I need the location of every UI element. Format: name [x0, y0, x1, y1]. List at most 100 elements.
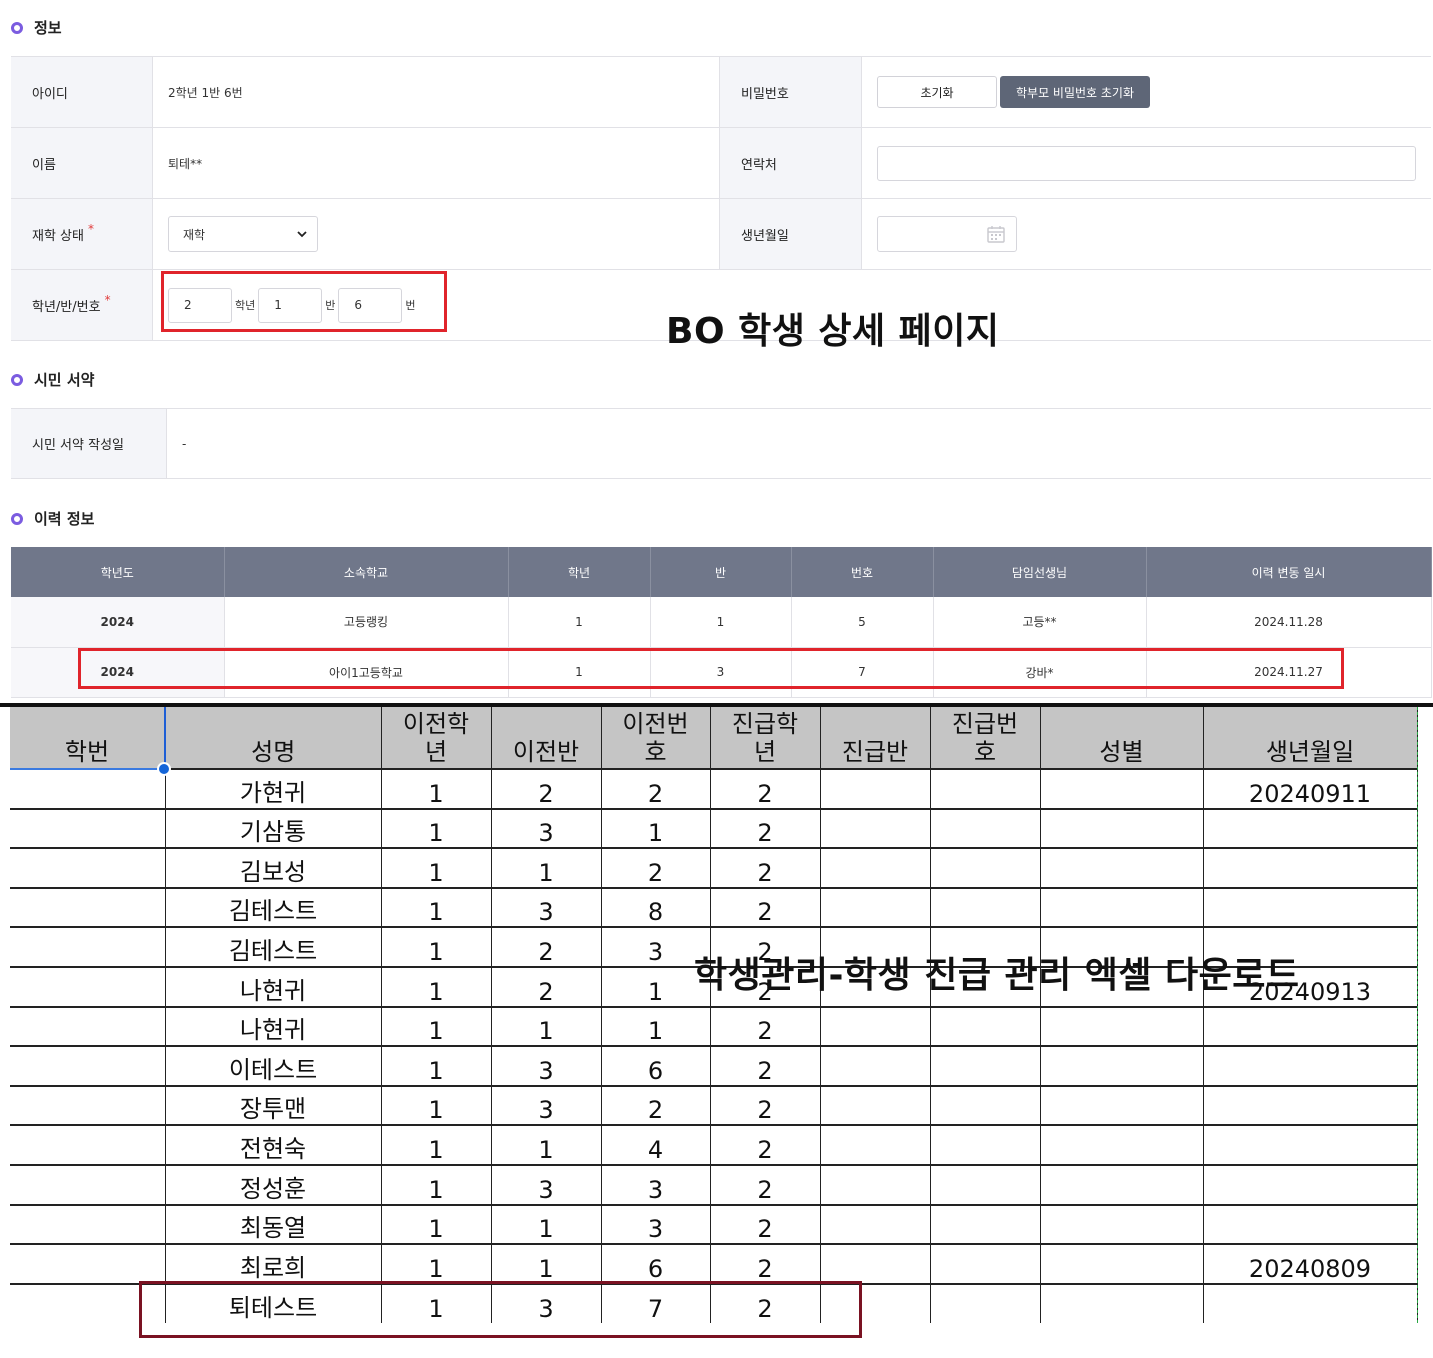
sheet-cell[interactable]: 1 — [381, 1244, 492, 1285]
sheet-cell[interactable]: 1 — [381, 966, 492, 1008]
sheet-cell[interactable] — [1203, 887, 1418, 929]
sheet-cell[interactable]: 1 — [491, 1244, 602, 1285]
sheet-cell[interactable]: 1 — [381, 808, 492, 850]
sheet-cell[interactable] — [930, 1125, 1041, 1166]
sheet-cell[interactable]: 1 — [381, 1164, 492, 1206]
sheet-cell[interactable]: 나현귀 — [165, 966, 382, 1008]
sheet-cell[interactable]: 김보성 — [165, 848, 382, 889]
sheet-cell[interactable] — [1203, 1006, 1418, 1048]
sheet-cell[interactable]: 정성훈 — [165, 1164, 382, 1206]
sheet-cell[interactable] — [1040, 1006, 1204, 1048]
sheet-cell[interactable]: 1 — [381, 887, 492, 929]
sheet-cell[interactable]: 8 — [601, 887, 711, 929]
sheet-cell[interactable]: 1 — [381, 1006, 492, 1048]
sheet-cell[interactable] — [1203, 1085, 1418, 1127]
sheet-cell[interactable]: 1 — [601, 1006, 711, 1048]
sheet-cell[interactable]: 20240911 — [1203, 769, 1418, 810]
sheet-cell[interactable] — [10, 848, 166, 889]
sheet-cell[interactable] — [820, 1125, 931, 1166]
sheet-header-cell[interactable]: 생년월일 — [1203, 707, 1418, 770]
sheet-cell[interactable] — [820, 1204, 931, 1246]
sheet-cell[interactable] — [820, 808, 931, 850]
sheet-cell[interactable] — [1203, 1283, 1418, 1324]
sheet-cell[interactable]: 최동열 — [165, 1204, 382, 1246]
sheet-cell[interactable]: 3 — [491, 1085, 602, 1127]
sheet-cell[interactable]: 3 — [601, 1204, 711, 1246]
sheet-cell[interactable] — [1040, 1164, 1204, 1206]
sheet-cell[interactable]: 2 — [710, 1125, 821, 1166]
sheet-cell[interactable] — [1040, 1283, 1204, 1324]
sheet-cell[interactable] — [930, 769, 1041, 810]
sheet-cell[interactable]: 1 — [491, 1006, 602, 1048]
sheet-cell[interactable] — [930, 887, 1041, 929]
sheet-cell[interactable] — [820, 1164, 931, 1206]
sheet-cell[interactable] — [930, 1164, 1041, 1206]
parent-password-reset-button[interactable]: 학부모 비밀번호 초기화 — [1000, 76, 1150, 108]
sheet-cell[interactable]: 2 — [710, 769, 821, 810]
sheet-cell[interactable] — [820, 1046, 931, 1087]
sheet-cell[interactable] — [820, 1085, 931, 1127]
calendar-icon[interactable] — [986, 224, 1006, 244]
sheet-cell[interactable]: 김테스트 — [165, 927, 382, 968]
status-select[interactable]: 재학 — [168, 216, 318, 252]
sheet-cell[interactable] — [820, 848, 931, 889]
sheet-cell[interactable]: 2 — [601, 769, 711, 810]
sheet-cell[interactable] — [930, 1046, 1041, 1087]
sheet-cell[interactable] — [10, 808, 166, 850]
sheet-cell[interactable] — [930, 1006, 1041, 1048]
sheet-cell[interactable]: 2 — [491, 927, 602, 968]
sheet-cell[interactable]: 김테스트 — [165, 887, 382, 929]
sheet-cell[interactable] — [1040, 1085, 1204, 1127]
sheet-cell[interactable] — [10, 1164, 166, 1206]
sheet-cell[interactable] — [1203, 1204, 1418, 1246]
sheet-cell[interactable] — [10, 1085, 166, 1127]
sheet-cell[interactable] — [820, 769, 931, 810]
sheet-cell[interactable]: 2 — [491, 769, 602, 810]
sheet-cell[interactable] — [930, 1204, 1041, 1246]
sheet-cell[interactable] — [930, 808, 1041, 850]
sheet-cell[interactable]: 1 — [381, 848, 492, 889]
sheet-cell[interactable]: 20240809 — [1203, 1244, 1418, 1285]
sheet-header-cell[interactable]: 진급반 — [820, 707, 931, 770]
sheet-cell[interactable]: 기삼통 — [165, 808, 382, 850]
sheet-cell[interactable] — [1203, 1046, 1418, 1087]
sheet-cell[interactable] — [10, 1046, 166, 1087]
sheet-cell[interactable] — [10, 1006, 166, 1048]
sheet-cell[interactable] — [820, 1244, 931, 1285]
sheet-cell[interactable] — [1040, 1125, 1204, 1166]
selection-handle[interactable] — [157, 762, 171, 776]
sheet-cell[interactable] — [1040, 887, 1204, 929]
sheet-cell[interactable] — [10, 927, 166, 968]
sheet-cell[interactable]: 최로희 — [165, 1244, 382, 1285]
sheet-cell[interactable] — [10, 1244, 166, 1285]
sheet-cell[interactable] — [10, 887, 166, 929]
sheet-cell[interactable]: 3 — [491, 808, 602, 850]
sheet-cell[interactable]: 2 — [601, 1085, 711, 1127]
sheet-header-cell[interactable]: 진급학 년 — [710, 707, 821, 770]
sheet-header-cell[interactable]: 성별 — [1040, 707, 1204, 770]
sheet-cell[interactable] — [1203, 1125, 1418, 1166]
sheet-cell[interactable]: 2 — [710, 1046, 821, 1087]
sheet-cell[interactable]: 2 — [710, 887, 821, 929]
sheet-cell[interactable]: 2 — [710, 848, 821, 889]
sheet-cell[interactable] — [1040, 1244, 1204, 1285]
sheet-cell[interactable]: 3 — [601, 1164, 711, 1206]
sheet-cell[interactable]: 나현귀 — [165, 1006, 382, 1048]
sheet-cell[interactable]: 4 — [601, 1125, 711, 1166]
sheet-cell[interactable]: 1 — [381, 1085, 492, 1127]
sheet-cell[interactable] — [1203, 848, 1418, 889]
sheet-cell[interactable] — [1203, 1164, 1418, 1206]
sheet-cell[interactable]: 1 — [491, 1125, 602, 1166]
sheet-cell[interactable]: 6 — [601, 1244, 711, 1285]
sheet-header-cell[interactable]: 이전번 호 — [601, 707, 711, 770]
sheet-cell[interactable]: 1 — [381, 1046, 492, 1087]
sheet-cell[interactable] — [930, 848, 1041, 889]
sheet-cell[interactable] — [1040, 1046, 1204, 1087]
sheet-cell[interactable] — [1040, 1204, 1204, 1246]
sheet-cell[interactable] — [1040, 848, 1204, 889]
sheet-cell[interactable] — [10, 1204, 166, 1246]
sheet-cell[interactable]: 1 — [381, 769, 492, 810]
sheet-cell[interactable]: 이테스트 — [165, 1046, 382, 1087]
sheet-cell[interactable] — [930, 1085, 1041, 1127]
sheet-cell[interactable]: 2 — [710, 1244, 821, 1285]
